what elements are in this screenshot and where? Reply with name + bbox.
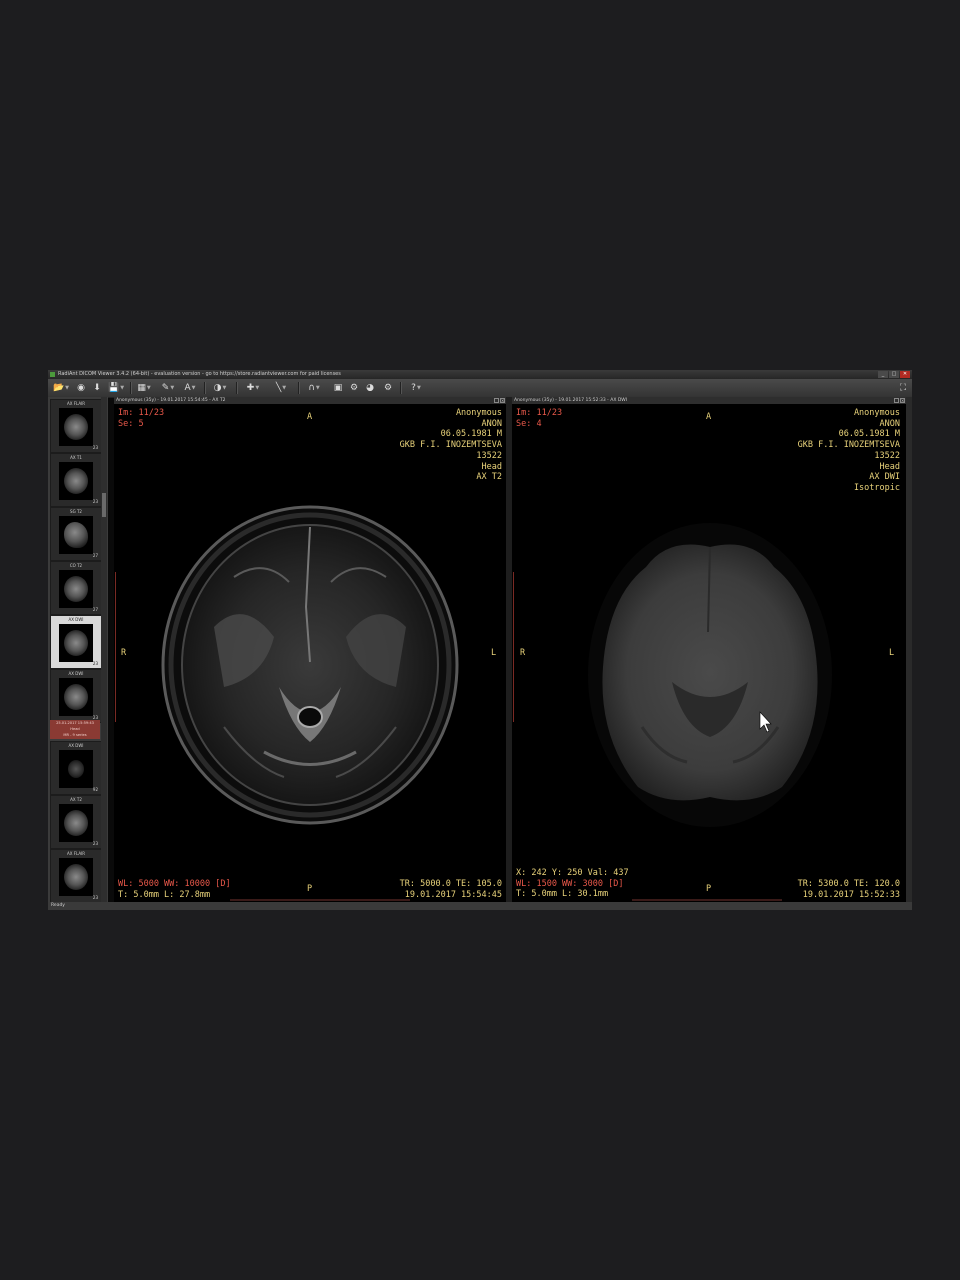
series-thumbnail-ax-dwi-2[interactable]: AX DWI 23 <box>50 669 102 723</box>
cd-icon[interactable]: ◉ <box>76 382 86 394</box>
help-icon[interactable]: ? ▼ <box>406 382 426 394</box>
color-icon[interactable]: ◕ <box>364 382 376 394</box>
window-controls: _ □ ✕ <box>878 371 910 378</box>
series-thumbnail-ax-dwi-selected[interactable]: AX DWI 23 <box>50 615 102 669</box>
download-icon[interactable]: ⬇ <box>92 382 102 394</box>
pan-zoom-icon[interactable]: ✚ ▼ <box>242 382 264 394</box>
minimize-button[interactable]: _ <box>878 371 888 378</box>
study-info-bar[interactable]: 25.01.2017 15:59:43 Head MR - 9 series <box>50 720 100 739</box>
thumbnail-image <box>59 516 93 554</box>
radiant-dicom-viewer-window: RadiAnt DICOM Viewer 3.4.2 (64-bit) - ev… <box>48 370 912 910</box>
position-marker <box>513 572 514 722</box>
3d-icon[interactable]: ⚙ <box>348 382 360 394</box>
thumbnail-image <box>59 624 93 662</box>
overlay-top-right: Anonymous ANON 06.05.1981 M GKB F.I. INOZEM… <box>399 408 502 483</box>
series-thumbnail-sg-t2[interactable]: SG T2 27 <box>50 507 102 561</box>
series-thumbnail-ax-dwi-3[interactable]: AX DWI 92 <box>50 741 102 795</box>
settings-icon[interactable]: ⚙ <box>382 382 394 394</box>
overlay-bottom-right: TR: 5300.0 TE: 120.0 19.01.2017 15:52:33 <box>797 879 900 900</box>
window-level-icon[interactable]: ◑ ▼ <box>210 382 230 394</box>
right-scrollbar[interactable] <box>906 397 912 902</box>
fullscreen-icon[interactable]: ⛶ <box>898 382 908 394</box>
window-title: RadiAnt DICOM Viewer 3.4.2 (64-bit) - ev… <box>58 371 341 377</box>
position-marker <box>115 572 116 722</box>
measure-icon[interactable]: ╲ ▼ <box>270 382 292 394</box>
app-logo-icon <box>50 372 55 377</box>
orientation-bottom: P <box>307 884 313 894</box>
mpr-icon[interactable]: ∩ ▼ <box>304 382 324 394</box>
status-bar: Ready <box>48 902 912 910</box>
thumbnail-image <box>59 462 93 500</box>
orientation-top: A <box>307 412 313 422</box>
overlay-top-right: Anonymous ANON 06.05.1981 M GKB F.I. INOZEM… <box>797 408 900 493</box>
thumbnail-image <box>59 858 93 896</box>
sidebar-scrollbar[interactable] <box>101 397 107 902</box>
thumbnail-image <box>59 678 93 716</box>
overlay-bottom-right: TR: 5000.0 TE: 105.0 19.01.2017 15:54:45 <box>399 879 502 900</box>
series-sidebar: AX FLAIR 23 AX T1 23 SG T2 27 CO T2 27 A… <box>48 397 108 902</box>
maximize-button[interactable]: □ <box>889 371 899 378</box>
orientation-bottom: P <box>706 884 712 894</box>
thumbnail-image <box>59 804 93 842</box>
series-thumbnail-ax-flair[interactable]: AX FLAIR 23 <box>50 399 102 453</box>
orientation-top: A <box>706 412 712 422</box>
horizontal-scrollbar[interactable] <box>230 899 410 901</box>
layout-icon[interactable]: ▦ ▼ <box>136 382 152 394</box>
camera-icon[interactable]: ▣ <box>332 382 344 394</box>
horizontal-scrollbar[interactable] <box>632 899 782 901</box>
draw-icon[interactable]: ✎ ▼ <box>160 382 176 394</box>
viewport-ax-dwi[interactable]: Anonymous (35y) - 19.01.2017 15:52:33 - … <box>512 397 906 902</box>
viewport-ax-t2[interactable]: Anonymous (35y) - 19.01.2017 15:54:45 - … <box>114 397 506 902</box>
open-folder-icon[interactable]: 📂 ▼ <box>52 382 70 394</box>
series-thumbnail-ax-flair-2[interactable]: AX FLAIR 23 <box>50 849 102 902</box>
overlay-top-left: Im: 11/23 Se: 5 <box>118 408 165 429</box>
series-thumbnail-ax-t1[interactable]: AX T1 23 <box>50 453 102 507</box>
overlay-bottom-left: X: 242 Y: 250 Val: 437 WL: 1500 WW: 3000 … <box>516 868 629 900</box>
save-icon[interactable]: 💾 ▼ <box>108 382 124 394</box>
series-thumbnail-co-t2[interactable]: CO T2 27 <box>50 561 102 615</box>
orientation-right: L <box>889 648 895 658</box>
orientation-left: R <box>121 648 127 658</box>
series-thumbnail-ax-t2[interactable]: AX T2 23 <box>50 795 102 849</box>
title-bar: RadiAnt DICOM Viewer 3.4.2 (64-bit) - ev… <box>48 370 912 379</box>
thumbnail-image <box>59 750 93 788</box>
toolbar: 📂 ▼ ◉ ⬇ 💾 ▼ ▦ ▼ ✎ ▼ A ▼ ◑ ▼ ✚ ▼ ╲ ▼ ∩ ▼ ▣ ⚙ ◕ ⚙ ?… <box>48 379 912 398</box>
orientation-left: R <box>520 648 526 658</box>
thumbnail-image <box>59 570 93 608</box>
thumbnail-image <box>59 408 93 446</box>
overlay-bottom-left: WL: 5000 WW: 10000 [D] T: 5.0mm L: 27.8mm <box>118 879 231 900</box>
close-button[interactable]: ✕ <box>900 371 910 378</box>
overlay-top-left: Im: 11/23 Se: 4 <box>516 408 563 429</box>
orientation-right: L <box>491 648 497 658</box>
text-icon[interactable]: A ▼ <box>182 382 198 394</box>
